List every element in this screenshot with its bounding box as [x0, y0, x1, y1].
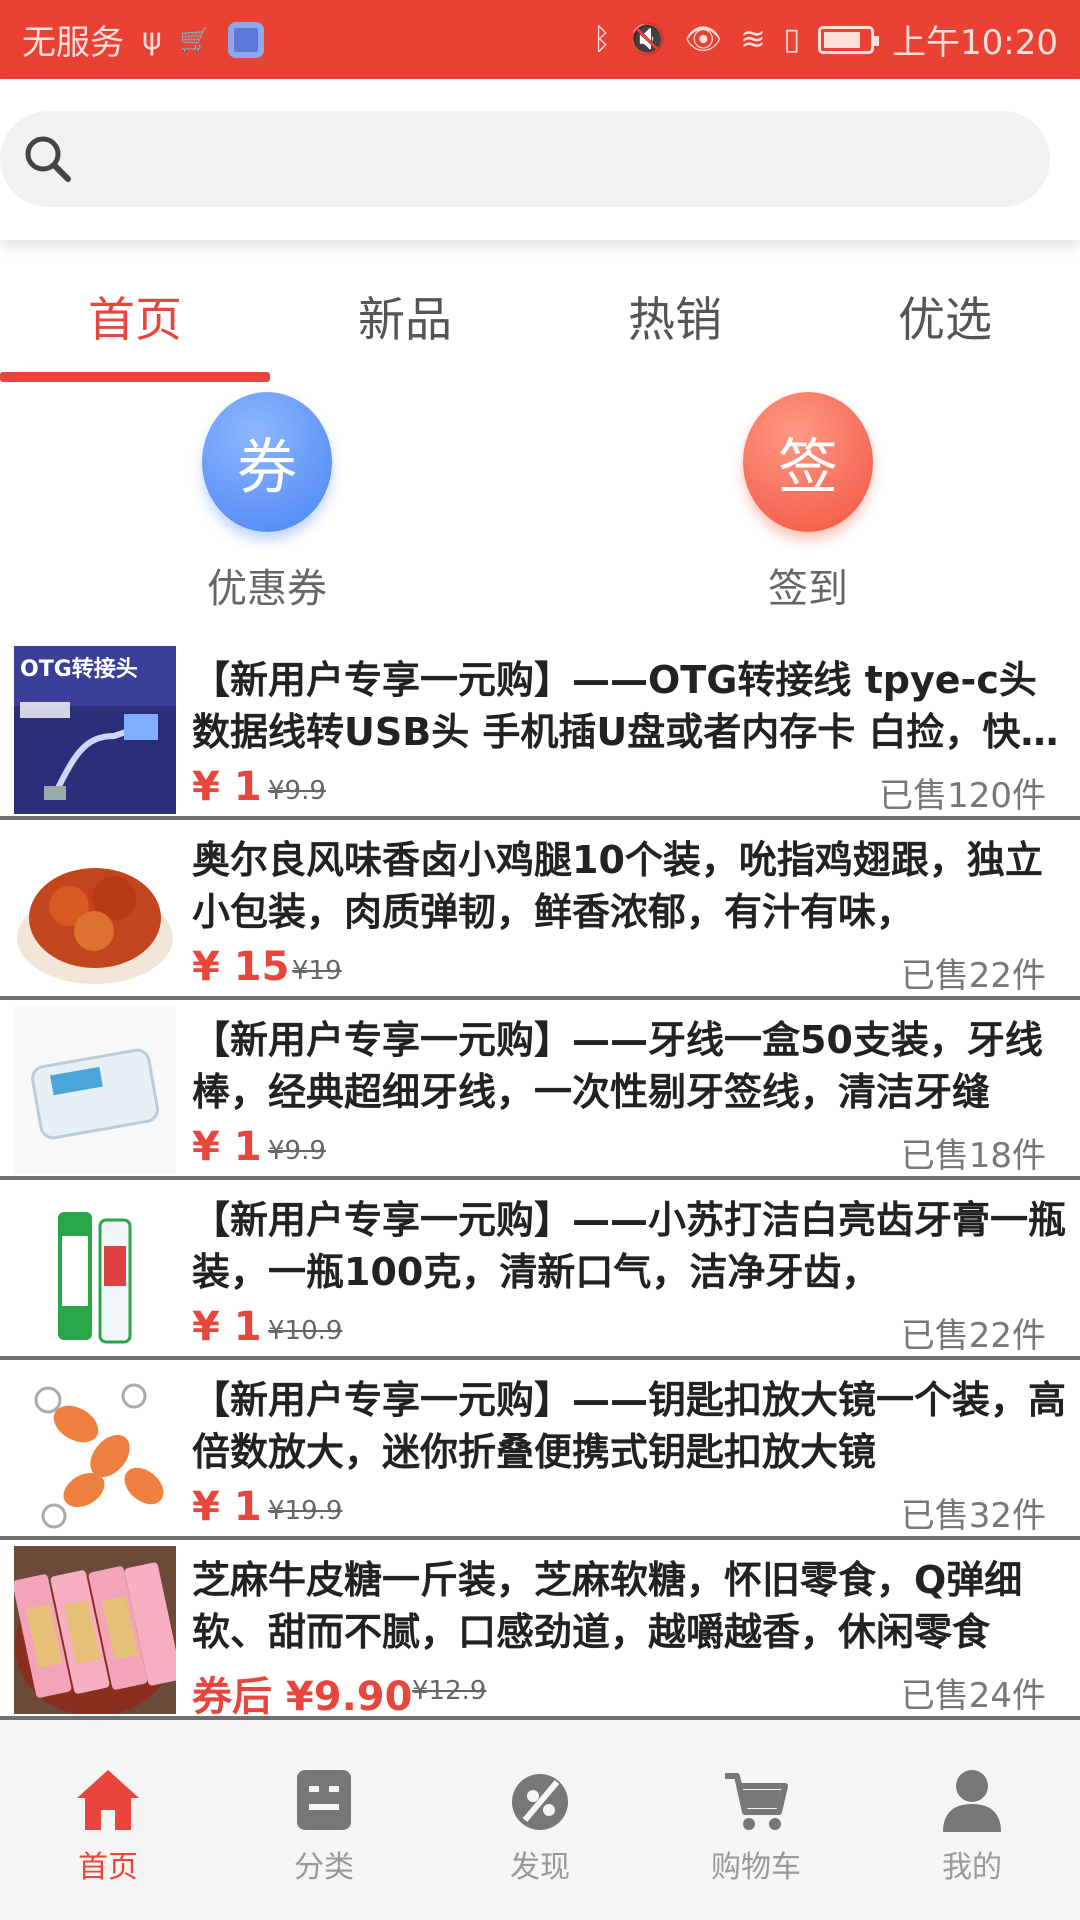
product-image-otg-adapter: OTG转接头	[14, 646, 176, 814]
product-item[interactable]: 【新用户专享一元购】——牙线一盒50支装，牙线棒，经典超细牙线，一次性剔牙签线，…	[0, 1000, 1080, 1180]
wifi-icon: ≋	[740, 21, 766, 57]
tab-preferred[interactable]: 优选	[810, 260, 1080, 370]
product-original-price: ¥19.9	[268, 1496, 343, 1526]
product-original-price: ¥9.9	[268, 776, 326, 806]
checkin-icon: 签	[743, 392, 873, 532]
discover-icon	[512, 1774, 568, 1830]
checkin-label: 签到	[768, 566, 848, 612]
search-bar[interactable]	[0, 111, 1050, 207]
app-notification-icon	[227, 21, 264, 58]
product-image-floss-box	[14, 1006, 176, 1174]
sim-alert-icon: ▯	[783, 21, 801, 57]
cart-icon	[725, 1773, 788, 1830]
product-item[interactable]: 【新用户专享一元购】——钥匙扣放大镜一个装，高倍数放大，迷你折叠便携式钥匙扣放大…	[0, 1360, 1080, 1540]
search-icon	[25, 136, 71, 182]
nav-profile-label: 我的	[942, 1850, 1002, 1885]
shop-icon: 🛒	[179, 25, 210, 54]
product-sold-count: 已售22件	[900, 1316, 1046, 1356]
product-item[interactable]: 【新用户专享一元购】——小苏打洁白亮齿牙膏一瓶装，一瓶100克，清新口气，洁净牙…	[0, 1180, 1080, 1360]
tab-home[interactable]: 首页	[0, 260, 270, 370]
product-image-sesame-candy	[14, 1546, 176, 1714]
battery-icon	[818, 25, 880, 54]
coupon-action[interactable]: 券 优惠券	[187, 392, 347, 614]
product-sold-count: 已售22件	[900, 956, 1046, 996]
product-price: 券后 ¥9.90	[192, 1674, 413, 1720]
product-title: 【新用户专享一元购】——牙线一盒50支装，牙线棒，经典超细牙线，一次性剔牙签线，…	[192, 1018, 1043, 1114]
search-header	[0, 79, 1080, 240]
product-list: OTG转接头 【新用户专享一元购】——OTG转接线 tpye-c头数据线转USB…	[0, 640, 1080, 1720]
bottom-nav: 首页 分类 发现 购物车 我的	[0, 1720, 1080, 1920]
product-original-price: ¥9.9	[268, 1136, 326, 1166]
product-image-keychain-magnifier	[14, 1366, 176, 1534]
nav-cart-label: 购物车	[711, 1850, 801, 1885]
product-original-price: ¥10.9	[268, 1316, 343, 1346]
tab-new[interactable]: 新品	[270, 260, 540, 370]
clock-text: 上午10:20	[892, 23, 1058, 63]
bluetooth-icon: ᛒ	[592, 21, 611, 57]
usb-icon: ψ	[142, 21, 162, 57]
nav-cart[interactable]: 购物车	[648, 1720, 864, 1920]
tab-hot[interactable]: 热销	[540, 260, 810, 370]
product-original-price: ¥19	[292, 956, 342, 986]
home-icon	[77, 1770, 139, 1830]
product-title: 芝麻牛皮糖一斤装，芝麻软糖，怀旧零食，Q弹细软、甜而不腻，口感劲道，越嚼越香，休…	[192, 1558, 1023, 1654]
status-bar-left: 无服务 ψ 🛒	[22, 15, 264, 64]
coupon-icon: 券	[202, 392, 332, 532]
nav-discover-label: 发现	[510, 1850, 570, 1885]
eye-icon: 👁	[684, 21, 723, 57]
nav-home-label: 首页	[78, 1850, 138, 1885]
mute-icon: 🔇	[628, 21, 667, 57]
product-original-price: ¥12.9	[412, 1676, 487, 1706]
product-sold-count: 已售24件	[900, 1676, 1046, 1716]
product-price: ¥ 1	[192, 764, 262, 810]
product-item[interactable]: OTG转接头 【新用户专享一元购】——OTG转接线 tpye-c头数据线转USB…	[0, 640, 1080, 820]
product-price: ¥ 15	[192, 944, 290, 990]
nav-home[interactable]: 首页	[0, 1720, 216, 1920]
product-title: 奥尔良风味香卤小鸡腿10个装，吮指鸡翅跟，独立小包装，肉质弹韧，鲜香浓郁，有汁有…	[192, 838, 1043, 934]
product-title: 【新用户专享一元购】——OTG转接线 tpye-c头数据线转USB头 手机插U盘…	[192, 658, 1059, 754]
product-price: ¥ 1	[192, 1124, 262, 1170]
product-price: ¥ 1	[192, 1304, 262, 1350]
product-sold-count: 已售32件	[900, 1496, 1046, 1536]
product-sold-count: 已售18件	[900, 1136, 1046, 1176]
search-input[interactable]	[90, 131, 990, 187]
product-sold-count: 已售120件	[879, 776, 1046, 816]
coupon-label: 优惠券	[207, 566, 327, 612]
status-bar: 无服务 ψ 🛒 ᛒ 🔇 👁 ≋ ▯ 上午10:20	[0, 0, 1080, 79]
carrier-text: 无服务	[22, 23, 124, 63]
top-tabs: 首页 新品 热销 优选	[0, 260, 1080, 385]
product-title: 【新用户专享一元购】——小苏打洁白亮齿牙膏一瓶装，一瓶100克，清新口气，洁净牙…	[192, 1198, 1067, 1294]
product-image-toothpaste	[14, 1186, 176, 1354]
checkin-action[interactable]: 签 签到	[728, 392, 888, 614]
nav-profile[interactable]: 我的	[864, 1720, 1080, 1920]
category-icon	[297, 1770, 351, 1830]
nav-category-label: 分类	[294, 1850, 354, 1885]
product-item[interactable]: 奥尔良风味香卤小鸡腿10个装，吮指鸡翅跟，独立小包装，肉质弹韧，鲜香浓郁，有汁有…	[0, 820, 1080, 1000]
product-item[interactable]: 芝麻牛皮糖一斤装，芝麻软糖，怀旧零食，Q弹细软、甜而不腻，口感劲道，越嚼越香，休…	[0, 1540, 1080, 1720]
nav-discover[interactable]: 发现	[432, 1720, 648, 1920]
svg-text:OTG转接头: OTG转接头	[20, 656, 138, 682]
product-image-chicken-wings	[14, 826, 176, 994]
product-price: ¥ 1	[192, 1484, 262, 1530]
profile-icon	[943, 1770, 1001, 1832]
product-title: 【新用户专享一元购】——钥匙扣放大镜一个装，高倍数放大，迷你折叠便携式钥匙扣放大…	[192, 1378, 1067, 1474]
status-bar-right: ᛒ 🔇 👁 ≋ ▯ 上午10:20	[593, 15, 1058, 64]
nav-category[interactable]: 分类	[216, 1720, 432, 1920]
tab-indicator	[0, 372, 270, 382]
